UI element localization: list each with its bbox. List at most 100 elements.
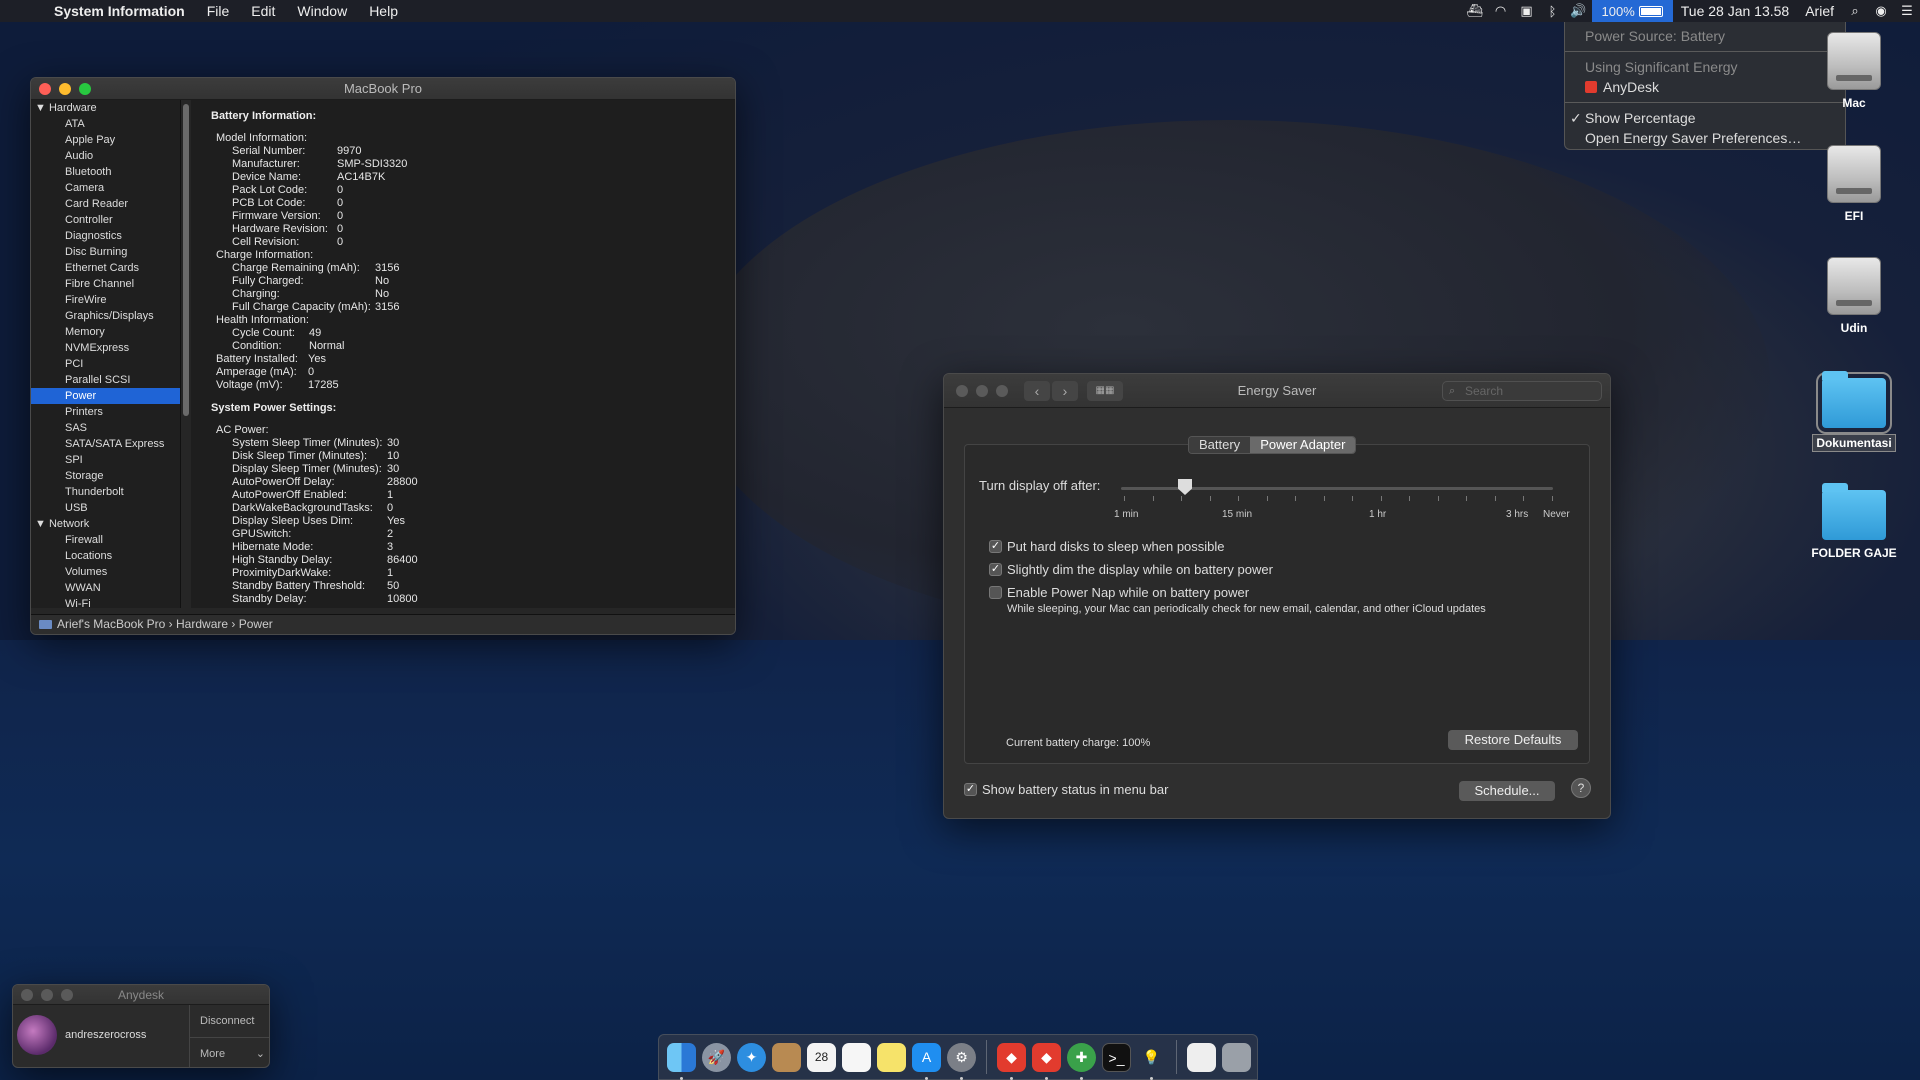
- sidebar-item[interactable]: Disc Burning: [31, 244, 180, 260]
- sidebar-item[interactable]: Card Reader: [31, 196, 180, 212]
- sidebar-item[interactable]: WWAN: [31, 580, 180, 596]
- document-icon[interactable]: [1187, 1042, 1216, 1072]
- window-titlebar[interactable]: Anydesk: [13, 985, 269, 1005]
- path-computer[interactable]: Arief's MacBook Pro: [57, 617, 165, 631]
- zoom-button[interactable]: [79, 83, 91, 95]
- search-input[interactable]: ⌕ Search: [1442, 381, 1602, 401]
- minimize-button[interactable]: [59, 83, 71, 95]
- sidebar-item[interactable]: Parallel SCSI: [31, 372, 180, 388]
- restore-defaults-button[interactable]: Restore Defaults: [1448, 730, 1578, 750]
- show-all-grid-icon[interactable]: ▦▦: [1087, 381, 1123, 401]
- menu-help[interactable]: Help: [369, 3, 398, 19]
- sidebar-item[interactable]: Printers: [31, 404, 180, 420]
- reminders-icon[interactable]: [842, 1042, 871, 1072]
- path-section[interactable]: Hardware: [176, 617, 228, 631]
- desktop-icon-dokumentasi[interactable]: Dokumentasi: [1804, 371, 1904, 452]
- sidebar-item[interactable]: FireWire: [31, 292, 180, 308]
- sidebar-item[interactable]: Wi-Fi: [31, 596, 180, 608]
- sidebar-category-hardware[interactable]: ▼ Hardware: [31, 100, 180, 116]
- system-preferences-icon[interactable]: ⚙: [947, 1042, 976, 1080]
- minimize-button[interactable]: [976, 385, 988, 397]
- bluetooth-icon[interactable]: ᛒ: [1540, 4, 1566, 19]
- sidebar-category-network[interactable]: ▼ Network: [31, 516, 180, 532]
- sidebar-item[interactable]: Firewall: [31, 532, 180, 548]
- sidebar-item[interactable]: Memory: [31, 324, 180, 340]
- notes-icon[interactable]: [877, 1042, 906, 1072]
- desktop-icon-udin[interactable]: Udin: [1804, 257, 1904, 335]
- menu-file[interactable]: File: [207, 3, 230, 19]
- sidebar-item[interactable]: USB: [31, 500, 180, 516]
- battery-status-menu[interactable]: 100%: [1591, 0, 1673, 22]
- close-button[interactable]: [39, 83, 51, 95]
- path-item[interactable]: Power: [239, 617, 273, 631]
- menu-app-name[interactable]: System Information: [54, 3, 185, 19]
- sidebar-item[interactable]: Fibre Channel: [31, 276, 180, 292]
- sidebar-item[interactable]: PCI: [31, 356, 180, 372]
- help-button[interactable]: ?: [1571, 778, 1591, 798]
- sidebar-item[interactable]: Thunderbolt: [31, 484, 180, 500]
- sidebar-item[interactable]: Audio: [31, 148, 180, 164]
- sidebar-item[interactable]: Storage: [31, 468, 180, 484]
- dim-display-checkbox[interactable]: ✓: [989, 563, 1002, 576]
- schedule-button[interactable]: Schedule...: [1459, 781, 1555, 801]
- tab-power-adapter[interactable]: Power Adapter: [1250, 437, 1356, 453]
- system-info-dock-icon[interactable]: ✚: [1067, 1042, 1096, 1080]
- app-store-icon[interactable]: A: [912, 1042, 941, 1080]
- siri-icon[interactable]: ◉: [1868, 3, 1894, 19]
- show-battery-status-checkbox[interactable]: ✓: [964, 783, 977, 796]
- desktop-icon-folder-gaje[interactable]: FOLDER GAJE: [1804, 483, 1904, 560]
- sidebar-item[interactable]: Locations: [31, 548, 180, 564]
- tab-battery[interactable]: Battery: [1189, 437, 1251, 453]
- menu-item-show-percentage[interactable]: ✓ Show Percentage: [1565, 108, 1845, 128]
- window-titlebar[interactable]: MacBook Pro: [31, 78, 735, 100]
- sidebar-item[interactable]: Camera: [31, 180, 180, 196]
- sidebar-item[interactable]: Power: [31, 388, 180, 404]
- calendar-icon[interactable]: 28: [807, 1042, 836, 1072]
- close-button[interactable]: [956, 385, 968, 397]
- activity-monitor-icon[interactable]: ▣: [1514, 3, 1540, 19]
- sidebar-scrollbar[interactable]: [183, 104, 189, 416]
- zoom-button[interactable]: [996, 385, 1008, 397]
- minimize-button[interactable]: [41, 989, 53, 1001]
- desktop-icon-mac[interactable]: Mac: [1804, 32, 1904, 110]
- sidebar-item[interactable]: Volumes: [31, 564, 180, 580]
- sidebar-item[interactable]: ATA: [31, 116, 180, 132]
- anydesk-secondary-dock-icon[interactable]: ◆: [1032, 1042, 1061, 1080]
- finder-icon[interactable]: [667, 1042, 696, 1080]
- sidebar-item[interactable]: Bluetooth: [31, 164, 180, 180]
- more-button[interactable]: More ⌄: [190, 1037, 269, 1067]
- sidebar-item[interactable]: NVMExpress: [31, 340, 180, 356]
- spotlight-search-icon[interactable]: ⌕: [1842, 3, 1868, 19]
- close-button[interactable]: [21, 989, 33, 1001]
- volume-icon[interactable]: 🔊: [1566, 3, 1592, 19]
- back-button[interactable]: ‹: [1024, 381, 1050, 401]
- sidebar-item[interactable]: SPI: [31, 452, 180, 468]
- sidebar-item[interactable]: Graphics/Displays: [31, 308, 180, 324]
- hard-disk-sleep-checkbox[interactable]: ✓: [989, 540, 1002, 553]
- sidebar-item[interactable]: Ethernet Cards: [31, 260, 180, 276]
- desktop-icon-efi[interactable]: EFI: [1804, 145, 1904, 223]
- energy-saver-dock-icon[interactable]: 💡: [1137, 1043, 1166, 1080]
- power-nap-checkbox[interactable]: [989, 586, 1002, 599]
- docker-icon[interactable]: ⛴: [1462, 3, 1488, 19]
- notification-center-icon[interactable]: ☰: [1894, 3, 1920, 19]
- window-titlebar[interactable]: ‹ › ▦▦ Energy Saver ⌕ Search: [944, 374, 1610, 408]
- launchpad-icon[interactable]: 🚀: [702, 1042, 731, 1072]
- wifi-icon[interactable]: ◠: [1488, 3, 1514, 19]
- user-menu[interactable]: Arief: [1805, 3, 1834, 19]
- menu-item-anydesk[interactable]: AnyDesk: [1565, 77, 1845, 97]
- sidebar-item[interactable]: Diagnostics: [31, 228, 180, 244]
- forward-button[interactable]: ›: [1052, 381, 1078, 401]
- sidebar-item[interactable]: SAS: [31, 420, 180, 436]
- menu-item-open-energy-prefs[interactable]: Open Energy Saver Preferences…: [1565, 128, 1845, 148]
- trash-icon[interactable]: [1222, 1042, 1251, 1072]
- menu-edit[interactable]: Edit: [251, 3, 275, 19]
- disconnect-button[interactable]: Disconnect: [190, 1005, 269, 1037]
- menu-window[interactable]: Window: [297, 3, 347, 19]
- zoom-button[interactable]: [61, 989, 73, 1001]
- anydesk-dock-icon[interactable]: ◆: [997, 1042, 1026, 1080]
- contacts-icon[interactable]: [772, 1042, 801, 1072]
- sidebar-item[interactable]: Apple Pay: [31, 132, 180, 148]
- safari-icon[interactable]: ✦: [737, 1042, 766, 1072]
- terminal-icon[interactable]: >_: [1102, 1042, 1131, 1072]
